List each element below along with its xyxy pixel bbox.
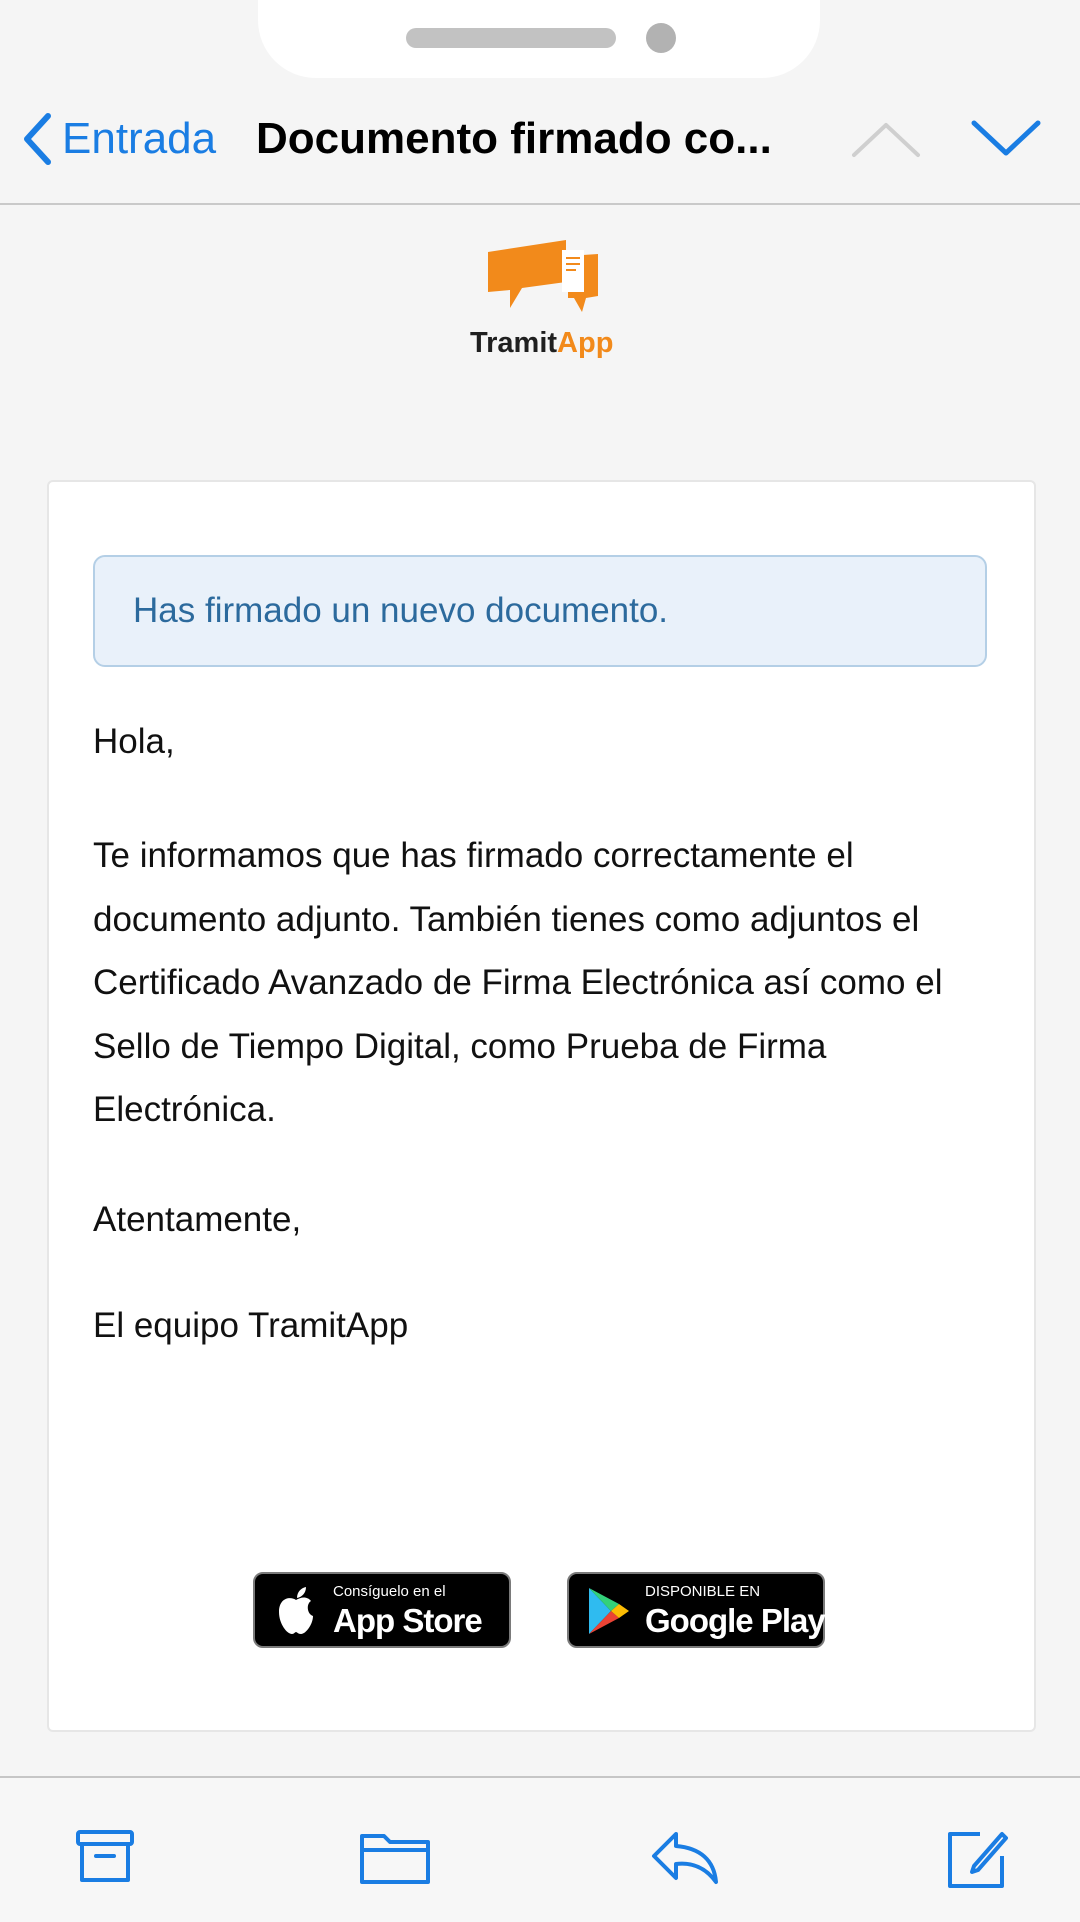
google-play-icon [589,1588,629,1634]
speaker-pill [406,28,616,48]
google-play-small-text: DISPONIBLE EN [645,1583,761,1600]
previous-message-icon [852,123,920,157]
mail-navigation-bar: Entrada Documento firmado co... [0,95,1080,205]
bottom-toolbar [0,1776,1080,1922]
signature-text: El equipo TramitApp [93,1306,409,1345]
reply-icon[interactable] [650,1828,720,1886]
app-store-big-text: App Store [333,1602,483,1639]
folder-icon[interactable] [358,1828,432,1886]
google-play-big-text: Google Play [645,1602,826,1639]
closing-text: Atentamente, [93,1200,302,1239]
logo-wordmark: TramitApp [470,327,614,359]
chevron-left-icon [24,113,51,165]
apple-logo-icon [279,1587,313,1634]
app-store-badge[interactable]: Consíguelo en el App Store [253,1572,511,1648]
google-play-badge[interactable]: DISPONIBLE EN Google Play [567,1572,826,1648]
tramitapp-logo: TramitApp [470,232,614,362]
archive-icon[interactable] [74,1828,136,1886]
device-notch [258,0,820,78]
next-message-icon[interactable] [970,117,1042,161]
notice-banner: Has firmado un nuevo documento. [93,555,987,667]
logo-speech-bubbles-icon [488,240,598,312]
message-paragraph: Te informamos que has firmado correctame… [93,836,943,1129]
message-subject-title: Documento firmado co... [256,114,772,163]
back-button[interactable]: Entrada [22,111,216,167]
compose-icon[interactable] [944,1828,1010,1890]
app-store-small-text: Consíguelo en el [333,1583,446,1600]
camera-dot [646,23,676,53]
email-body-card: Has firmado un nuevo documento. Hola, Te… [47,480,1036,1732]
back-label: Entrada [62,114,217,163]
greeting-text: Hola, [93,722,175,761]
